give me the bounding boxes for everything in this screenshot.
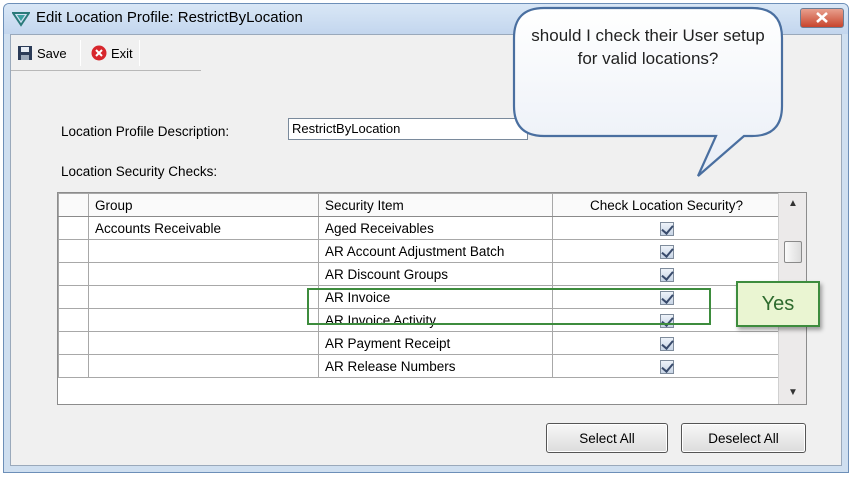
table-row[interactable]: AR Discount Groups <box>58 262 781 286</box>
window-title: Edit Location Profile: RestrictByLocatio… <box>36 9 303 26</box>
scroll-up-arrow-icon[interactable]: ▲ <box>779 193 806 215</box>
security-item-cell: AR Discount Groups <box>318 262 553 286</box>
security-checks-label: Location Security Checks: <box>61 164 218 179</box>
column-header-security-item[interactable]: Security Item <box>318 193 553 217</box>
description-label: Location Profile Description: <box>61 124 230 139</box>
toolbar-separator <box>139 40 140 66</box>
select-all-button[interactable]: Select All <box>546 423 668 453</box>
column-header-check-location-security[interactable]: Check Location Security? <box>552 193 781 217</box>
app-icon <box>12 12 30 27</box>
checkbox-icon[interactable] <box>659 244 674 259</box>
check-location-security-cell <box>552 239 781 263</box>
close-icon <box>816 12 828 23</box>
security-item-cell: AR Payment Receipt <box>318 331 553 355</box>
row-selector[interactable] <box>58 216 89 240</box>
exit-label: Exit <box>111 45 133 61</box>
scroll-down-arrow-icon[interactable]: ▼ <box>779 382 806 404</box>
security-table: Group Security Item Check Location Secur… <box>58 193 781 378</box>
description-input[interactable]: RestrictByLocation <box>288 118 528 140</box>
checkbox-icon[interactable] <box>659 221 674 236</box>
group-cell <box>88 308 319 332</box>
exit-button[interactable]: Exit <box>87 41 137 65</box>
save-icon <box>18 46 32 60</box>
close-button[interactable] <box>800 8 844 28</box>
group-cell: Accounts Receivable <box>88 216 319 240</box>
toolbar-separator <box>80 40 81 66</box>
table-row[interactable]: AR Release Numbers <box>58 354 781 378</box>
group-cell <box>88 239 319 263</box>
check-location-security-cell <box>552 331 781 355</box>
checkbox-icon[interactable] <box>659 336 674 351</box>
table-row[interactable]: Accounts Receivable Aged Receivables <box>58 216 781 240</box>
highlight-box-ar-invoice <box>307 288 711 325</box>
row-selector-header <box>58 193 89 217</box>
row-selector[interactable] <box>58 354 89 378</box>
save-label: Save <box>37 45 67 61</box>
row-selector[interactable] <box>58 239 89 263</box>
security-item-cell: AR Account Adjustment Batch <box>318 239 553 263</box>
speech-bubble-text: should I check their User setup for vali… <box>531 26 765 68</box>
row-selector[interactable] <box>58 331 89 355</box>
checkbox-icon[interactable] <box>659 267 674 282</box>
toolbar: Save Exit <box>11 35 211 69</box>
column-header-group[interactable]: Group <box>88 193 319 217</box>
save-button[interactable]: Save <box>13 41 71 65</box>
table-row[interactable]: AR Account Adjustment Batch <box>58 239 781 263</box>
exit-icon <box>91 45 107 61</box>
maximize-icon <box>737 13 748 23</box>
toolbar-divider <box>11 70 201 71</box>
group-cell <box>88 285 319 309</box>
row-selector[interactable] <box>58 262 89 286</box>
check-location-security-cell <box>552 216 781 240</box>
check-location-security-cell <box>552 354 781 378</box>
security-item-cell: AR Release Numbers <box>318 354 553 378</box>
table-row[interactable]: AR Payment Receipt <box>58 331 781 355</box>
row-selector[interactable] <box>58 308 89 332</box>
yes-callout: Yes <box>736 281 820 327</box>
checkbox-icon[interactable] <box>659 359 674 374</box>
group-cell <box>88 354 319 378</box>
security-item-cell: Aged Receivables <box>318 216 553 240</box>
group-cell <box>88 331 319 355</box>
group-cell <box>88 262 319 286</box>
scroll-thumb[interactable] <box>784 241 802 263</box>
row-selector[interactable] <box>58 285 89 309</box>
grid-header-row: Group Security Item Check Location Secur… <box>58 193 781 217</box>
deselect-all-button[interactable]: Deselect All <box>681 423 806 453</box>
